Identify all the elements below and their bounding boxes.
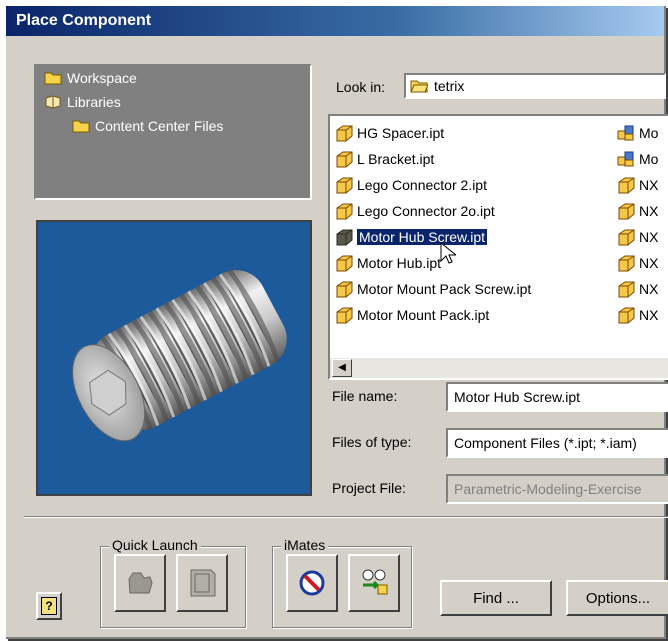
- tree-item-label: Workspace: [67, 70, 137, 86]
- separator: [24, 516, 668, 518]
- part-file-icon: [618, 203, 635, 220]
- part-file-icon: [336, 255, 353, 272]
- quick-launch-label: Quick Launch: [109, 537, 201, 553]
- file-item[interactable]: Motor Mount Pack Screw.ipt: [334, 278, 531, 300]
- imate-automatic-button[interactable]: [348, 554, 400, 612]
- help-icon: ?: [41, 597, 57, 615]
- file-item-selected[interactable]: Motor Hub Screw.ipt: [334, 226, 488, 248]
- file-item[interactable]: HG Spacer.ipt: [334, 122, 444, 144]
- file-name: NX: [639, 177, 659, 193]
- file-item[interactable]: Motor Hub.ipt: [334, 252, 441, 274]
- library-icon: [45, 95, 61, 109]
- part-file-icon: [618, 307, 635, 324]
- scroll-left-arrow-icon[interactable]: ◀: [332, 359, 352, 377]
- sheet-metal-icon: [190, 569, 216, 597]
- part-file-icon: [336, 229, 353, 246]
- file-item[interactable]: Mo: [616, 148, 658, 170]
- file-item[interactable]: Motor Mount Pack.ipt: [334, 304, 489, 326]
- tree-item-libraries[interactable]: Libraries: [44, 94, 121, 110]
- project-file-label: Project File:: [332, 480, 406, 496]
- place-component-dialog: Place Component Workspace Libraries Cont…: [4, 4, 668, 637]
- file-name-label: File name:: [332, 388, 398, 404]
- file-name: NX: [639, 229, 659, 245]
- files-of-type-select[interactable]: Component Files (*.ipt; *.iam): [446, 428, 668, 458]
- part-shape-icon: [128, 572, 153, 594]
- look-in-label: Look in:: [336, 79, 386, 95]
- tree-item-label: Content Center Files: [95, 118, 224, 134]
- dialog-title: Place Component: [6, 6, 664, 36]
- file-item[interactable]: NX: [616, 200, 658, 222]
- file-name: Mo: [639, 151, 659, 167]
- horizontal-scrollbar[interactable]: ◀: [330, 358, 668, 378]
- part-file-icon: [618, 255, 635, 272]
- tree-item-workspace[interactable]: Workspace: [44, 70, 137, 86]
- imates-label: iMates: [281, 537, 329, 553]
- file-item[interactable]: Mo: [616, 122, 658, 144]
- imate-place-icon: [362, 569, 388, 595]
- part-file-icon: [336, 177, 353, 194]
- assembly-file-icon: [617, 125, 634, 141]
- file-item[interactable]: L Bracket.ipt: [334, 148, 434, 170]
- file-name: NX: [639, 255, 659, 271]
- folder-icon: [44, 72, 62, 85]
- file-name: Motor Hub.ipt: [357, 255, 442, 271]
- folder-open-icon: [410, 80, 428, 93]
- quick-launch-button-1[interactable]: [114, 554, 166, 612]
- part-file-icon: [336, 203, 353, 220]
- project-file-field: Parametric-Modeling-Exercise: [446, 474, 668, 504]
- file-name-input[interactable]: Motor Hub Screw.ipt: [446, 382, 668, 412]
- file-name: Motor Mount Pack Screw.ipt: [357, 281, 532, 297]
- file-name: L Bracket.ipt: [357, 151, 435, 167]
- part-file-icon: [336, 281, 353, 298]
- no-constraint-icon: [299, 570, 325, 596]
- find-button[interactable]: Find ...: [440, 580, 552, 616]
- options-button[interactable]: Options...: [566, 580, 668, 616]
- file-name: Mo: [639, 125, 659, 141]
- file-item[interactable]: NX: [616, 252, 658, 274]
- assembly-file-icon: [617, 151, 634, 167]
- file-name: Lego Connector 2.ipt: [357, 177, 487, 193]
- location-tree[interactable]: Workspace Libraries Content Center Files: [34, 64, 312, 200]
- files-of-type-label: Files of type:: [332, 434, 412, 450]
- file-name: HG Spacer.ipt: [357, 125, 445, 141]
- screw-preview-image: [72, 268, 287, 442]
- part-file-icon: [336, 125, 353, 142]
- tree-item-content-center-files[interactable]: Content Center Files: [72, 118, 223, 134]
- look-in-combo[interactable]: tetrix: [404, 73, 666, 99]
- file-item[interactable]: NX: [616, 278, 658, 300]
- component-preview: [36, 220, 312, 496]
- look-in-value: tetrix: [434, 78, 465, 94]
- part-file-icon: [618, 229, 635, 246]
- file-name: Motor Mount Pack.ipt: [357, 307, 490, 323]
- file-name: NX: [639, 281, 659, 297]
- folder-icon: [72, 120, 90, 133]
- help-button[interactable]: ?: [36, 592, 62, 620]
- file-name: NX: [639, 307, 659, 323]
- file-name: NX: [639, 203, 659, 219]
- file-item[interactable]: NX: [616, 304, 658, 326]
- part-file-icon: [618, 281, 635, 298]
- part-file-icon: [618, 177, 635, 194]
- file-item[interactable]: Lego Connector 2.ipt: [334, 174, 487, 196]
- imate-interactive-button[interactable]: [286, 554, 338, 612]
- tree-item-label: Libraries: [67, 94, 121, 110]
- file-name: Motor Hub Screw.ipt: [357, 229, 488, 245]
- file-item[interactable]: Lego Connector 2o.ipt: [334, 200, 495, 222]
- file-item[interactable]: NX: [616, 226, 658, 248]
- mouse-cursor-icon: [440, 242, 456, 264]
- part-file-icon: [336, 151, 353, 168]
- file-item[interactable]: NX: [616, 174, 658, 196]
- part-file-icon: [336, 307, 353, 324]
- file-name: Lego Connector 2o.ipt: [357, 203, 495, 219]
- file-list[interactable]: HG Spacer.ipt L Bracket.ipt Lego Connect…: [328, 114, 668, 380]
- quick-launch-button-2[interactable]: [176, 554, 228, 612]
